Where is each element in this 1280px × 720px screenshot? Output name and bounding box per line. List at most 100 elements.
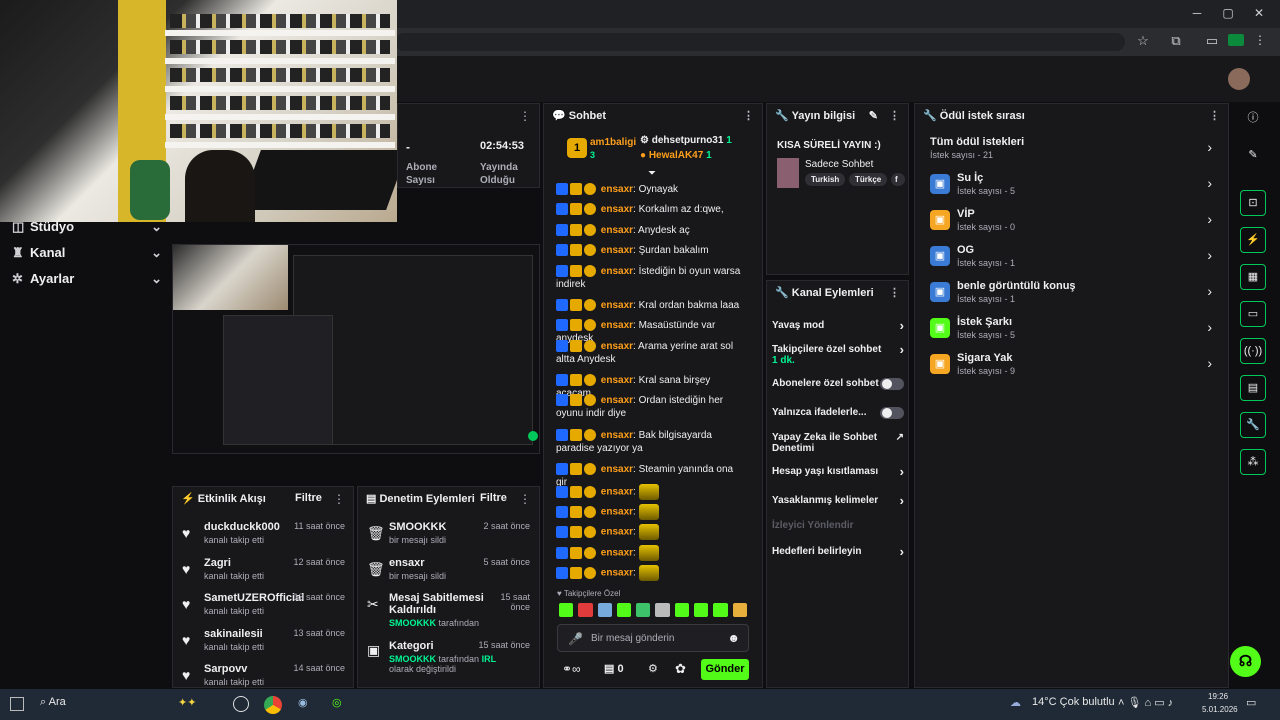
tag[interactable]: Türkçe	[849, 173, 888, 186]
chat-username[interactable]: ensaxr	[601, 464, 633, 475]
edit-icon[interactable]: ✎	[869, 109, 878, 122]
minimize-button[interactable]: ─	[1182, 6, 1212, 20]
emote-icon[interactable]	[578, 603, 593, 617]
chat-username[interactable]: ensaxr	[601, 548, 633, 559]
filter-button[interactable]: Filtre	[480, 492, 507, 504]
account-age-action[interactable]: Hesap yaşı kısıtlaması ›	[772, 465, 904, 478]
emoji-icon[interactable]: ☻	[727, 631, 740, 645]
nav-channel[interactable]: ♜ Kanal ⌄	[12, 245, 162, 265]
address-bar[interactable]	[395, 33, 1125, 51]
maximize-button[interactable]: ▢	[1213, 6, 1243, 20]
emote-icon[interactable]	[559, 603, 574, 617]
emotes-only-toggle[interactable]	[880, 407, 904, 419]
chat-bubble-icon[interactable]: ▭	[1240, 301, 1266, 327]
reward-item[interactable]: ▣ VİP İstek sayısı - 0 ›	[930, 208, 1216, 240]
chat-username[interactable]: ensaxr	[601, 320, 633, 331]
more-options-icon[interactable]: ⋮	[333, 492, 345, 506]
system-tray-icons[interactable]: ˄ 🎙 ⌂ ▭ ♪	[1118, 696, 1173, 709]
avatar[interactable]	[1228, 68, 1250, 90]
more-options-icon[interactable]: ⋮	[889, 286, 900, 299]
chat-username[interactable]: ensaxr	[601, 527, 633, 538]
wrench-icon[interactable]: 🔧	[1240, 412, 1266, 438]
reward-item[interactable]: ▣ Su İç İstek sayısı - 5 ›	[930, 172, 1216, 204]
expand-leaderboard-icon[interactable]: ⏷	[648, 168, 656, 179]
chat-username[interactable]: ensaxr	[601, 184, 633, 195]
app-icon[interactable]	[233, 696, 249, 712]
more-options-icon[interactable]: ⋮	[889, 109, 900, 122]
nav-settings[interactable]: ✲ Ayarlar ⌄	[12, 271, 162, 291]
top-gifter-name[interactable]: am1baligi	[590, 137, 636, 148]
top-gifter-3[interactable]: ● HewalAK47 1	[640, 150, 712, 161]
infinity-icon[interactable]: ⚭∞	[562, 662, 581, 676]
tag[interactable]: Turkish	[805, 173, 846, 186]
chat-settings-icon[interactable]: ⚙	[648, 662, 658, 675]
help-button[interactable]: ☊	[1230, 646, 1261, 677]
top-gifter-2[interactable]: ⚙ dehsetpurno31 1	[640, 135, 732, 146]
clock-date[interactable]: 5.01.2026	[1202, 705, 1238, 714]
emote-icon[interactable]	[713, 603, 728, 617]
chat-username[interactable]: ensaxr	[601, 507, 633, 518]
more-options-icon[interactable]: ⋮	[519, 492, 531, 506]
filter-button[interactable]: Filtre	[295, 492, 322, 504]
moderation-icon[interactable]: ▤	[1240, 375, 1266, 401]
emote-icon[interactable]	[616, 603, 632, 617]
taskbar-search[interactable]: ⌕ Ara	[40, 696, 66, 709]
ai-moderation-action[interactable]: Yapay Zeka ile Sohbet Denetimi ↗	[772, 432, 904, 454]
chat-username[interactable]: ensaxr	[601, 225, 633, 236]
notification-icon[interactable]: ▭	[1246, 696, 1256, 709]
info-icon[interactable]: ⓘ	[1240, 106, 1266, 132]
extension-flag-icon[interactable]	[1228, 34, 1244, 46]
clock-time[interactable]: 19:26	[1208, 692, 1228, 701]
steam-icon[interactable]: ◉	[298, 696, 308, 709]
subscribers-only-action[interactable]: Abonelere özel sohbet	[772, 378, 904, 390]
points-display[interactable]: ▤ 0	[604, 662, 624, 675]
chat-username[interactable]: ensaxr	[601, 204, 633, 215]
reward-item[interactable]: ▣ benle görüntülü konuş İstek sayısı - 1 ›	[930, 280, 1216, 312]
chat-username[interactable]: ensaxr	[601, 245, 633, 256]
lightning-icon[interactable]: ⚡	[1240, 227, 1266, 253]
reward-item[interactable]: ▣ Sigara Yak İstek sayısı - 9 ›	[930, 352, 1216, 384]
more-options-icon[interactable]: ⋮	[1209, 109, 1220, 122]
edit-icon[interactable]: ✎	[1240, 143, 1266, 169]
emote-icon[interactable]	[694, 603, 709, 617]
emote-icon[interactable]	[674, 603, 690, 617]
slow-mode-action[interactable]: Yavaş mod ›	[772, 319, 904, 332]
nav-studio[interactable]: ◫ Stüdyo ⌄	[12, 219, 162, 239]
subscribers-only-toggle[interactable]	[880, 378, 904, 390]
chat-username[interactable]: ensaxr	[601, 266, 633, 277]
emotes-only-action[interactable]: Yalnızca ifadelerle...	[772, 407, 904, 419]
chat-username[interactable]: ensaxr	[601, 568, 633, 579]
bookmark-star-icon[interactable]: ☆	[1133, 33, 1153, 49]
emote-icon[interactable]	[597, 603, 612, 617]
document-icon[interactable]: ▦	[1240, 264, 1266, 290]
camera-icon[interactable]: ⊡	[1240, 190, 1266, 216]
chat-input[interactable]: 🎤 Bir mesaj gönderin ☻	[557, 624, 749, 652]
cast-icon[interactable]: ▭	[1202, 33, 1222, 49]
bot-icon[interactable]: ✿	[675, 661, 686, 677]
followers-only-action[interactable]: Takipçilere özel sohbet 1 dk. ›	[772, 343, 904, 366]
chat-username[interactable]: ensaxr	[601, 341, 633, 352]
broadcast-icon[interactable]: ((·))	[1240, 338, 1266, 364]
browser-menu-icon[interactable]: ⋮	[1254, 33, 1266, 47]
weather-label[interactable]: 14°C Çok bulutlu	[1032, 696, 1115, 708]
all-rewards-item[interactable]: Tüm ödül istekleri İstek sayısı - 21 ›	[930, 136, 1216, 168]
emote-icon[interactable]	[655, 603, 670, 617]
apps-icon[interactable]: ⁂	[1240, 449, 1266, 475]
tag[interactable]: f	[891, 173, 905, 186]
start-button[interactable]	[10, 697, 24, 711]
chat-username[interactable]: ensaxr	[601, 487, 633, 498]
chrome-icon[interactable]	[264, 696, 282, 714]
kick-icon[interactable]: ◎	[332, 696, 342, 709]
stream-preview[interactable]	[172, 244, 540, 454]
chat-username[interactable]: ensaxr	[601, 430, 633, 441]
chat-username[interactable]: ensaxr	[601, 300, 633, 311]
more-options-icon[interactable]: ⋮	[519, 109, 531, 123]
microphone-icon[interactable]: 🎤	[568, 632, 583, 646]
close-button[interactable]: ✕	[1244, 6, 1274, 20]
more-options-icon[interactable]: ⋮	[743, 109, 754, 122]
emote-icon[interactable]	[636, 603, 651, 617]
reward-item[interactable]: ▣ İstek Şarkı İstek sayısı - 5 ›	[930, 316, 1216, 348]
send-button[interactable]: Gönder	[701, 659, 749, 680]
banned-words-action[interactable]: Yasaklanmış kelimeler ›	[772, 494, 904, 507]
reward-item[interactable]: ▣ OG İstek sayısı - 1 ›	[930, 244, 1216, 276]
